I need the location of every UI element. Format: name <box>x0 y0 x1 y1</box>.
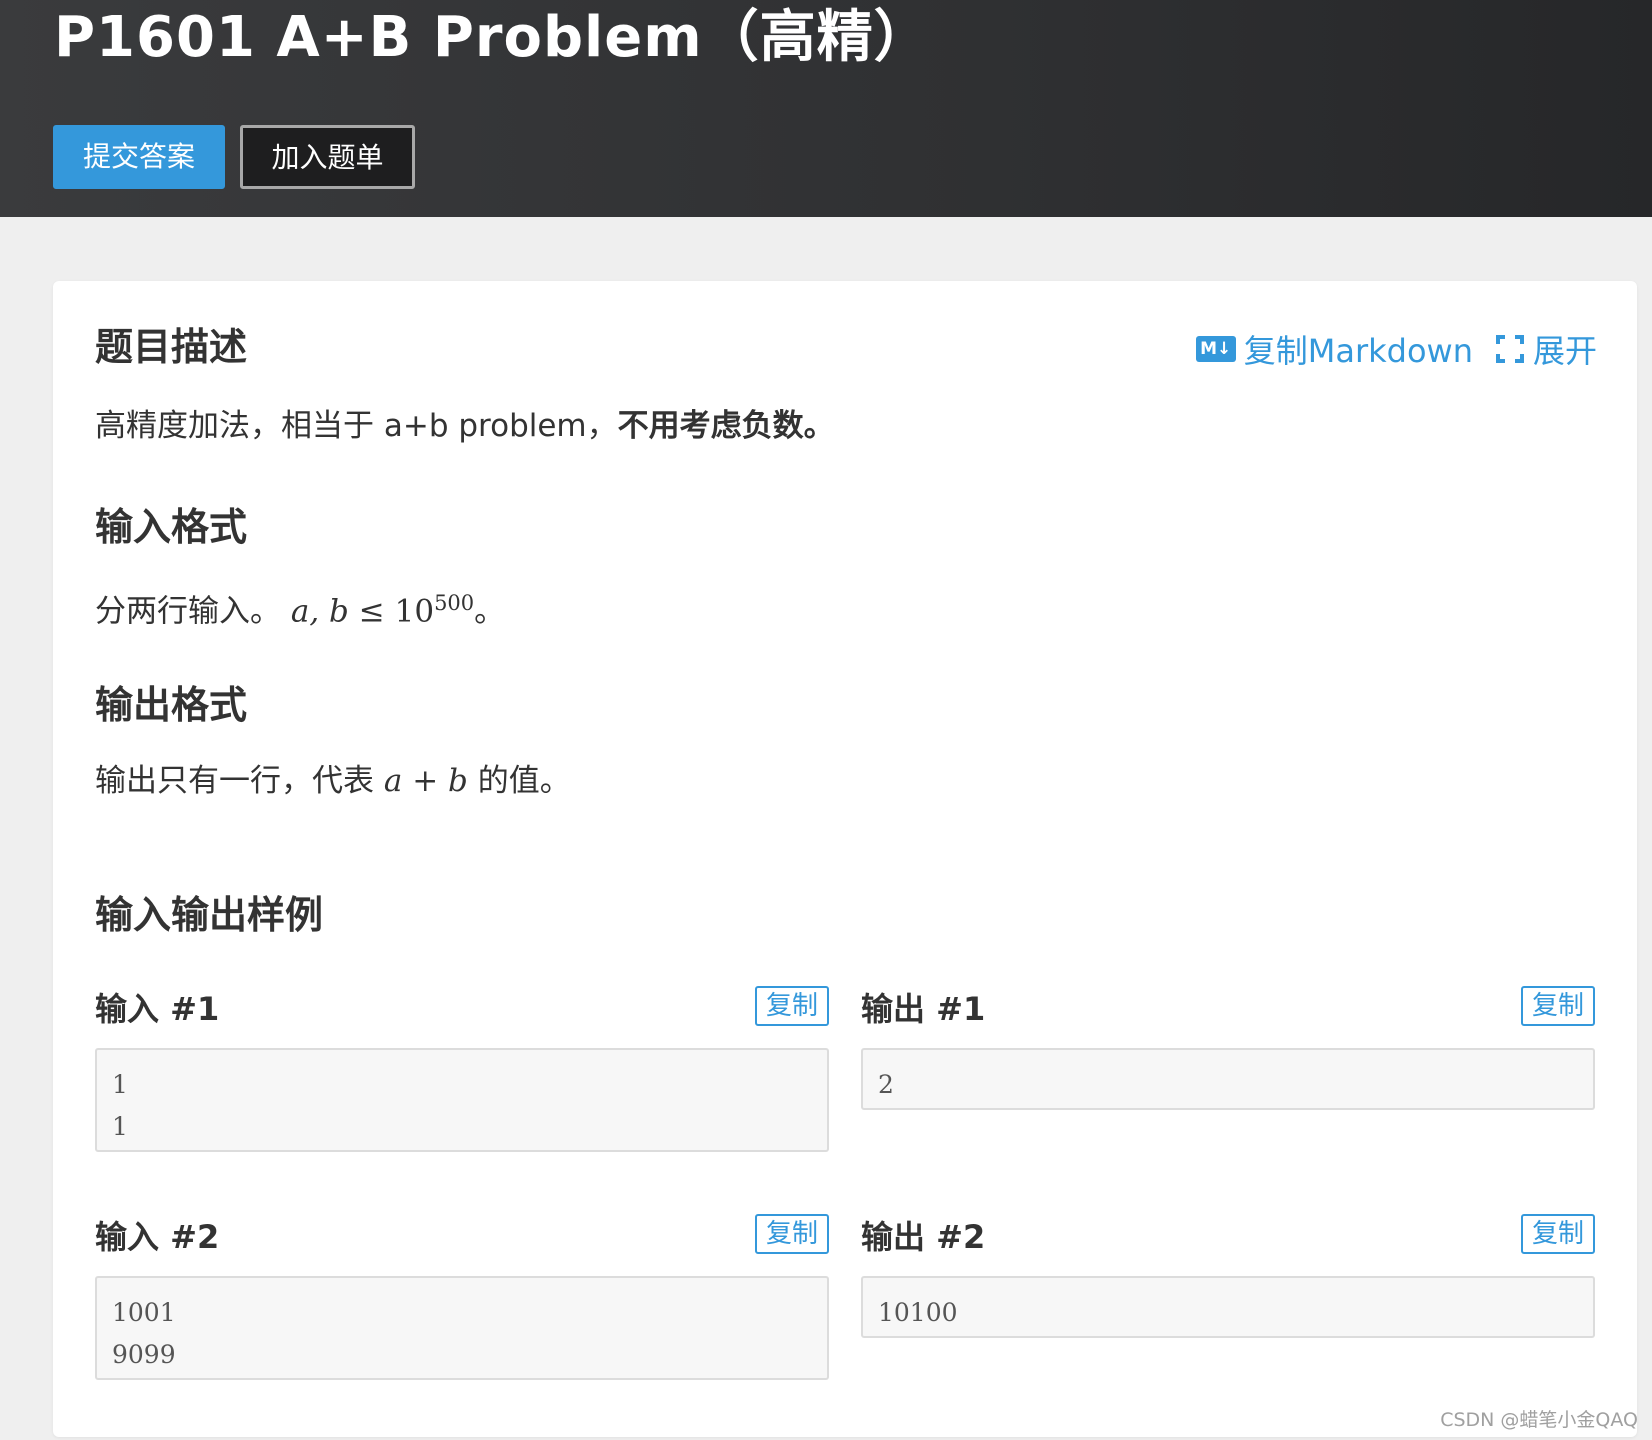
sample-output-label: 输出 #1 <box>861 990 986 1028</box>
sample-input-label: 输入 #1 <box>95 990 220 1028</box>
copy-output-button[interactable]: 复制 <box>1521 1214 1595 1254</box>
math-base: 10 <box>394 593 435 630</box>
sample-line: 9099 <box>112 1340 176 1369</box>
markdown-icon: M↓ <box>1195 336 1236 362</box>
expand-label: 展开 <box>1532 332 1597 370</box>
problem-title: P1601 A+B Problem（高精） <box>54 5 931 70</box>
input-format-suffix: 。 <box>474 593 506 630</box>
description-text-bold: 不用考虑负数。 <box>617 408 835 444</box>
sample-line: 2 <box>878 1070 894 1099</box>
sample-input-box[interactable]: 1 1 <box>95 1048 829 1152</box>
problem-header: P1601 A+B Problem（高精） 提交答案 加入题单 <box>0 0 1652 217</box>
expand-button[interactable]: 展开 <box>1495 326 1597 372</box>
math-a: a <box>383 763 403 799</box>
output-format-suffix: 的值。 <box>477 763 571 799</box>
problem-card: M↓ 复制Markdown 展开 题目描述 高精度加法，相当于 a+b prob… <box>53 281 1637 1437</box>
description-text: 高精度加法，相当于 a+b problem，不用考虑负数。 <box>95 404 835 448</box>
input-format-heading: 输入格式 <box>95 505 248 549</box>
math-b: b <box>448 763 468 799</box>
output-format-text: 输出只有一行，代表 a + b 的值。 <box>95 759 571 803</box>
copy-input-button[interactable]: 复制 <box>755 986 829 1026</box>
watermark: CSDN @蜡笔小金QAQ <box>1440 1409 1638 1431</box>
sample-line: 1 <box>112 1070 128 1099</box>
expand-icon <box>1495 335 1524 363</box>
copy-output-button[interactable]: 复制 <box>1521 986 1595 1026</box>
add-to-list-button[interactable]: 加入题单 <box>240 125 415 189</box>
sample-input-box[interactable]: 1001 9099 <box>95 1276 829 1380</box>
output-format-prefix: 输出只有一行，代表 <box>95 763 374 799</box>
math-leq: ≤ <box>358 593 385 630</box>
sample-input-label: 输入 #2 <box>95 1218 220 1256</box>
samples-heading: 输入输出样例 <box>95 893 324 937</box>
description-text-plain: 高精度加法，相当于 a+b problem， <box>95 408 618 444</box>
problem-toolbar: M↓ 复制Markdown 展开 <box>1195 326 1597 372</box>
description-heading: 题目描述 <box>95 325 248 369</box>
sample-output-box[interactable]: 2 <box>861 1048 1595 1110</box>
math-plus: + <box>412 763 439 799</box>
sample-line: 10100 <box>878 1298 958 1327</box>
copy-markdown-button[interactable]: M↓ 复制Markdown <box>1195 326 1473 372</box>
input-format-prefix: 分两行输入。 <box>95 593 281 630</box>
submit-answer-button[interactable]: 提交答案 <box>53 125 225 189</box>
copy-markdown-label: 复制Markdown <box>1243 332 1473 370</box>
copy-input-button[interactable]: 复制 <box>755 1214 829 1254</box>
sample-output-box[interactable]: 10100 <box>861 1276 1595 1338</box>
sample-output-label: 输出 #2 <box>861 1218 986 1256</box>
math-exponent: 500 <box>434 591 475 615</box>
sample-line: 1001 <box>112 1298 176 1327</box>
output-format-heading: 输出格式 <box>95 683 248 727</box>
math-vars: a, b <box>290 593 349 630</box>
input-format-text: 分两行输入。 a, b ≤ 10500。 <box>95 581 505 633</box>
sample-line: 1 <box>112 1112 128 1141</box>
